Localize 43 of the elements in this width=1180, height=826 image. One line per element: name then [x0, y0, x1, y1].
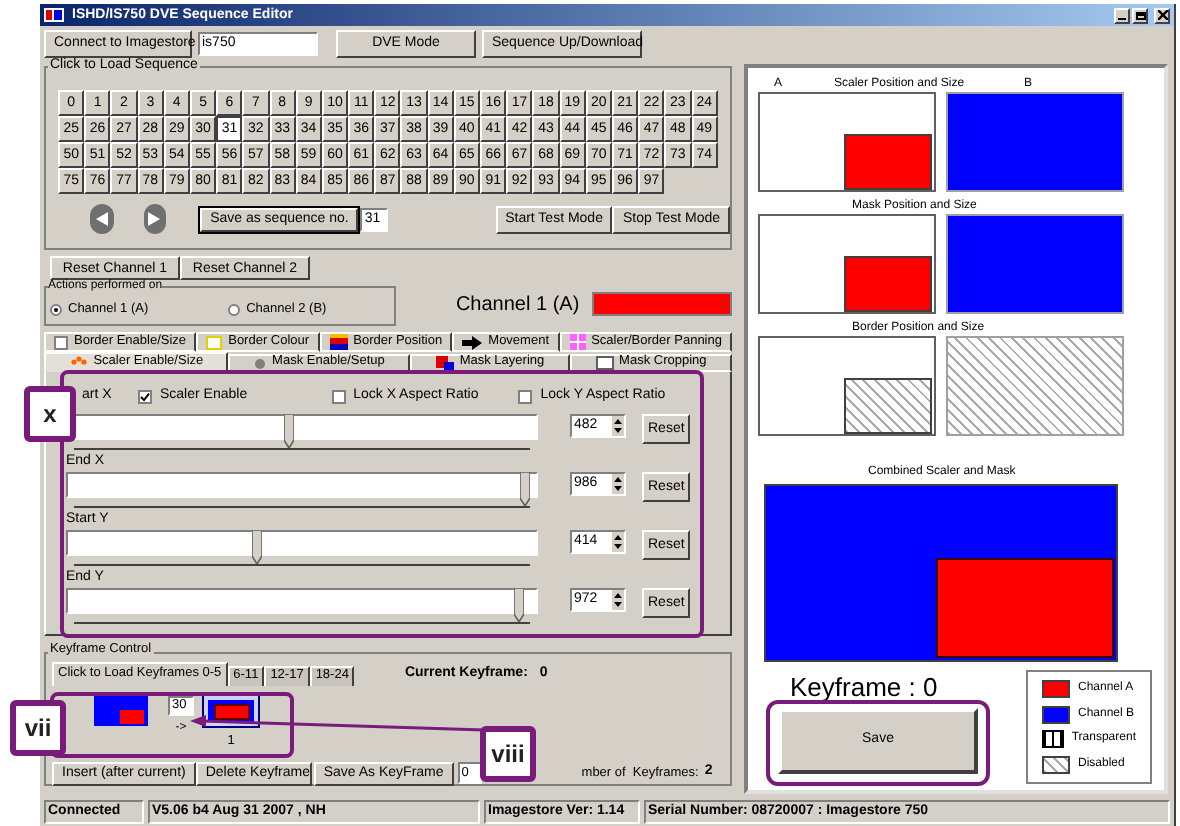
checkbox[interactable]: [331, 389, 346, 403]
layers-icon: [435, 355, 454, 371]
preview-rectangle: [844, 256, 932, 312]
checkbox[interactable]: [518, 389, 533, 403]
rectangle-icon: [595, 356, 614, 370]
grid-icon: [569, 334, 586, 350]
checkbox-icon: [54, 335, 69, 349]
close-icon: [1157, 10, 1167, 20]
preview-rectangle: [844, 134, 932, 190]
callout-label: viii: [480, 726, 536, 782]
radio-button[interactable]: [228, 304, 241, 316]
spinner-arrows-icon: [612, 590, 624, 610]
keyframe-thumbnail[interactable]: [94, 696, 148, 726]
dots-icon: [69, 356, 88, 368]
radio-button[interactable]: [50, 304, 62, 316]
left-arrow-icon: [95, 212, 108, 226]
preview-rectangle: [844, 378, 932, 434]
spinner-arrows-icon: [612, 416, 624, 436]
previous-button[interactable]: [90, 204, 114, 234]
minimize-button[interactable]: [1114, 7, 1130, 23]
callout-label: vii: [10, 700, 66, 756]
legend-swatch: [1042, 756, 1070, 775]
slider-thumb[interactable]: [251, 530, 262, 564]
callout-label: x: [24, 386, 76, 442]
arrow-icon: [462, 335, 483, 349]
circle-icon: [254, 357, 267, 369]
right-arrow-icon: [148, 212, 161, 226]
app-icon: [44, 8, 64, 22]
spinner-arrows-icon: [612, 474, 624, 494]
slider-thumb[interactable]: [513, 588, 524, 622]
maximize-button[interactable]: [1132, 7, 1148, 23]
slider-thumb[interactable]: [520, 472, 531, 506]
legend-swatch: [1042, 730, 1064, 749]
square-icon: [206, 335, 223, 349]
keyframe-heading: Keyframe : 0: [790, 674, 938, 700]
spinner-arrows-icon: [612, 532, 624, 552]
channel-title: Channel 1 (A): [455, 291, 580, 319]
next-button[interactable]: [143, 204, 167, 234]
channel-colour: [591, 292, 732, 316]
slider-thumb[interactable]: [284, 414, 295, 448]
stripes-icon: [329, 334, 348, 350]
checkbox[interactable]: [138, 389, 152, 403]
close-button[interactable]: [1154, 7, 1170, 23]
